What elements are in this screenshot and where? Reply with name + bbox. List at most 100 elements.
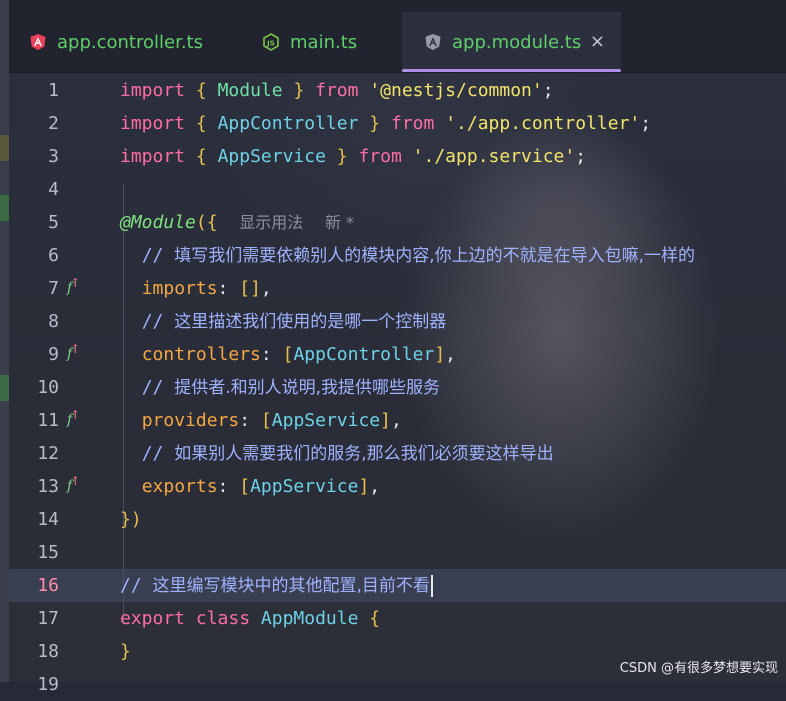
- comment-text: 这里编写模块中的其他配置,目前不看: [152, 576, 430, 596]
- keyword: import: [120, 80, 186, 101]
- brace: }: [120, 641, 131, 662]
- line-number: 4: [48, 179, 59, 200]
- code-line-9: 9 f↑ controllers: [AppController],: [9, 338, 786, 371]
- identifier: AppService: [271, 410, 381, 431]
- string: './app.service': [412, 146, 576, 167]
- code-line-8: 8 // 这里描述我们使用的是哪一个控制器: [9, 305, 786, 338]
- line-number: 2: [48, 113, 59, 134]
- comment-text: 这里描述我们使用的是哪一个控制器: [174, 312, 447, 332]
- code-line-1: 1 import { Module } from '@nestjs/common…: [9, 74, 786, 107]
- comment-slashes: //: [141, 311, 164, 332]
- closing-paren: }): [120, 509, 142, 530]
- code-line-4: 4: [9, 173, 786, 206]
- left-marker-3: [0, 375, 9, 401]
- new-hint[interactable]: 新 *: [325, 213, 354, 232]
- code-line-13: 13 f↑ exports: [AppService],: [9, 470, 786, 503]
- watermark: CSDN @有很多梦想要实现: [619, 661, 778, 676]
- code-editor[interactable]: 1 import { Module } from '@nestjs/common…: [9, 72, 786, 695]
- decorator: @Module: [120, 212, 196, 233]
- usages-hint[interactable]: 显示用法: [239, 213, 303, 232]
- code-line-14: 14 }): [9, 503, 786, 536]
- comment-text: 填写我们需要依赖别人的模块内容,你上边的不就是在导入包嘛,一样的: [174, 246, 696, 266]
- property: providers: [141, 410, 240, 431]
- comment-text: 提供者.和别人说明,我提供哪些服务: [174, 378, 441, 398]
- function-override-icon[interactable]: f↑: [67, 272, 82, 305]
- brace: {: [195, 113, 207, 134]
- line-number: 18: [37, 641, 59, 662]
- code-line-3: 3 import { AppService } from './app.serv…: [9, 140, 786, 173]
- line-number: 14: [37, 509, 59, 530]
- comment-slashes: //: [120, 575, 142, 596]
- close-tab-icon[interactable]: ×: [590, 31, 605, 52]
- tab-label: main.ts: [290, 31, 358, 53]
- brace: {: [195, 80, 207, 101]
- bracket: ]: [358, 476, 370, 497]
- paren: ({: [195, 212, 218, 233]
- string: '@nestjs/common': [369, 80, 543, 101]
- tab-app-module[interactable]: app.module.ts ×: [402, 12, 621, 72]
- code-line-15: 15: [9, 536, 786, 569]
- line-number: 8: [48, 311, 59, 332]
- function-override-icon[interactable]: f↑: [67, 404, 82, 437]
- brace: }: [336, 146, 348, 167]
- line-number: 13: [37, 476, 59, 497]
- string: './app.controller': [445, 113, 641, 134]
- line-number: 5: [48, 212, 59, 233]
- identifier: AppService: [217, 146, 326, 167]
- code-line-16-current: 16 // 这里编写模块中的其他配置,目前不看: [9, 569, 786, 602]
- line-number: 6: [48, 245, 59, 266]
- code-line-2: 2 import { AppController } from './app.c…: [9, 107, 786, 140]
- current-line-number: 16: [37, 575, 59, 596]
- text-cursor: [430, 575, 433, 597]
- keyword: from: [358, 146, 402, 167]
- property: imports: [141, 278, 218, 299]
- code-line-6: 6 // 填写我们需要依赖别人的模块内容,你上边的不就是在导入包嘛,一样的: [9, 239, 786, 272]
- left-tool-strip: [0, 0, 9, 682]
- tab-label: app.controller.ts: [57, 31, 203, 53]
- identifier: AppController: [217, 113, 359, 134]
- code-line-12: 12 // 如果别人需要我们的服务,那么我们必须要这样导出: [9, 437, 786, 470]
- function-override-icon[interactable]: f↑: [67, 338, 82, 371]
- bracket: ]: [380, 410, 391, 431]
- angular-icon: [30, 34, 46, 50]
- line-number: 3: [48, 146, 59, 167]
- angular-icon: [425, 34, 441, 50]
- colon: :: [217, 278, 229, 299]
- comment-slashes: //: [141, 443, 164, 464]
- identifier: Module: [217, 80, 283, 101]
- array: []: [239, 278, 261, 299]
- code-line-17: 17 export class AppModule {: [9, 602, 786, 635]
- comma: ,: [390, 410, 402, 431]
- semicolon: ;: [542, 80, 554, 101]
- svg-text:JS: JS: [266, 40, 275, 48]
- brace: {: [195, 146, 207, 167]
- line-number: 15: [37, 542, 59, 563]
- keyword: from: [315, 80, 359, 101]
- line-number: 19: [37, 674, 59, 695]
- function-override-icon[interactable]: f↑: [67, 470, 82, 503]
- line-number: 12: [37, 443, 59, 464]
- colon: :: [217, 476, 229, 497]
- tab-main[interactable]: JS main.ts: [262, 12, 357, 72]
- keyword: import: [120, 146, 186, 167]
- code-line-5: 5 @Module({ 显示用法 新 *: [9, 206, 786, 239]
- line-number: 10: [37, 377, 59, 398]
- keyword: import: [120, 113, 186, 134]
- code-line-11: 11 f↑ providers: [AppService],: [9, 404, 786, 437]
- line-number: 1: [48, 80, 59, 101]
- line-number: 11: [37, 410, 59, 431]
- left-marker-1: [0, 135, 9, 161]
- comment-slashes: //: [141, 377, 164, 398]
- bracket: [: [282, 344, 294, 365]
- tab-app-controller[interactable]: app.controller.ts: [29, 12, 203, 72]
- colon: :: [239, 410, 251, 431]
- line-number: 17: [37, 608, 59, 629]
- property: controllers: [141, 344, 261, 365]
- line-number: 7: [48, 278, 59, 299]
- keyword: class: [195, 608, 251, 629]
- keyword: from: [390, 113, 435, 134]
- brace: {: [369, 608, 381, 629]
- comma: ,: [260, 278, 272, 299]
- comment-slashes: //: [141, 245, 164, 266]
- property: exports: [141, 476, 218, 497]
